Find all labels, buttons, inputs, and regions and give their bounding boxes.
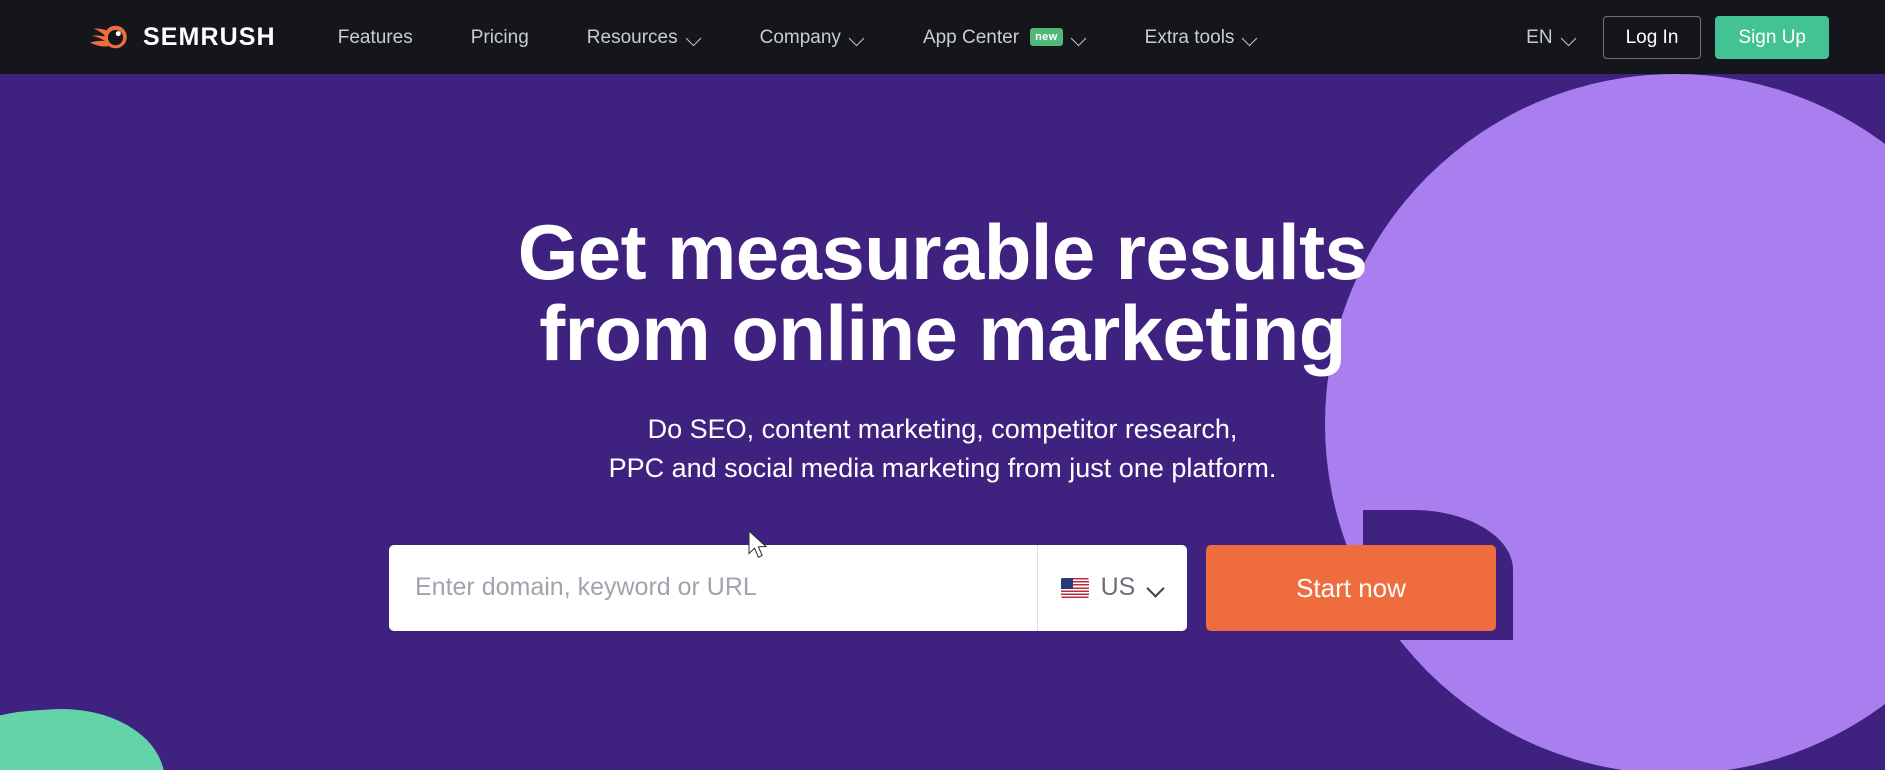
- hero-subtitle-line-2: PPC and social media marketing from just…: [608, 453, 1277, 484]
- new-badge: new: [1030, 28, 1063, 46]
- hero-heading-line-1: Get measurable results: [517, 208, 1368, 296]
- site-header: SEMRUSH Features Pricing Resources Compa…: [0, 0, 1885, 74]
- nav-label: Pricing: [470, 26, 529, 48]
- hero-heading: Get measurable results from online marke…: [517, 208, 1368, 378]
- semrush-logo[interactable]: SEMRUSH: [88, 22, 276, 52]
- hero-search-bar: US Start now: [389, 544, 1496, 631]
- signup-button[interactable]: Sign Up: [1715, 15, 1829, 59]
- nav-item-company[interactable]: Company: [760, 20, 865, 55]
- login-button[interactable]: Log In: [1602, 15, 1702, 59]
- search-input[interactable]: [389, 544, 1037, 631]
- chevron-down-icon: [850, 33, 865, 42]
- language-selector[interactable]: EN: [1526, 28, 1576, 47]
- country-label: US: [1100, 573, 1136, 601]
- us-flag-icon: [1060, 577, 1089, 598]
- nav-item-pricing[interactable]: Pricing: [471, 20, 529, 55]
- decorative-teal-blob: [0, 701, 168, 770]
- nav-label: App Center: [922, 26, 1020, 48]
- hero-section: Get measurable results from online marke…: [0, 74, 1885, 770]
- nav-label: Resources: [586, 26, 678, 48]
- nav-label: Extra tools: [1144, 26, 1235, 48]
- semrush-comet-logo-icon: [88, 22, 130, 52]
- header-actions: EN Log In Sign Up: [1526, 15, 1829, 59]
- hero-subtitle: Do SEO, content marketing, competitor re…: [609, 410, 1277, 488]
- page-root: SEMRUSH Features Pricing Resources Compa…: [0, 0, 1885, 770]
- nav-item-features[interactable]: Features: [338, 20, 413, 55]
- main-nav: Features Pricing Resources Company App C…: [338, 20, 1526, 55]
- nav-item-resources[interactable]: Resources: [587, 20, 702, 55]
- start-now-button[interactable]: Start now: [1206, 544, 1496, 631]
- chevron-down-icon: [1147, 582, 1164, 593]
- country-selector[interactable]: US: [1037, 544, 1187, 631]
- language-label: EN: [1526, 26, 1553, 48]
- nav-item-extra-tools[interactable]: Extra tools: [1145, 20, 1259, 55]
- semrush-wordmark: SEMRUSH: [143, 22, 276, 51]
- nav-label: Company: [759, 26, 841, 48]
- chevron-down-icon: [1072, 33, 1087, 42]
- chevron-down-icon: [687, 33, 702, 42]
- hero-subtitle-line-1: Do SEO, content marketing, competitor re…: [647, 414, 1238, 445]
- hero-content: Get measurable results from online marke…: [0, 74, 1885, 631]
- nav-label: Features: [337, 26, 413, 48]
- chevron-down-icon: [1243, 33, 1258, 42]
- chevron-down-icon: [1562, 33, 1577, 42]
- hero-heading-line-2: from online marketing: [539, 289, 1346, 378]
- nav-item-app-center[interactable]: App Center new: [923, 20, 1087, 55]
- search-field-group: US: [389, 544, 1187, 631]
